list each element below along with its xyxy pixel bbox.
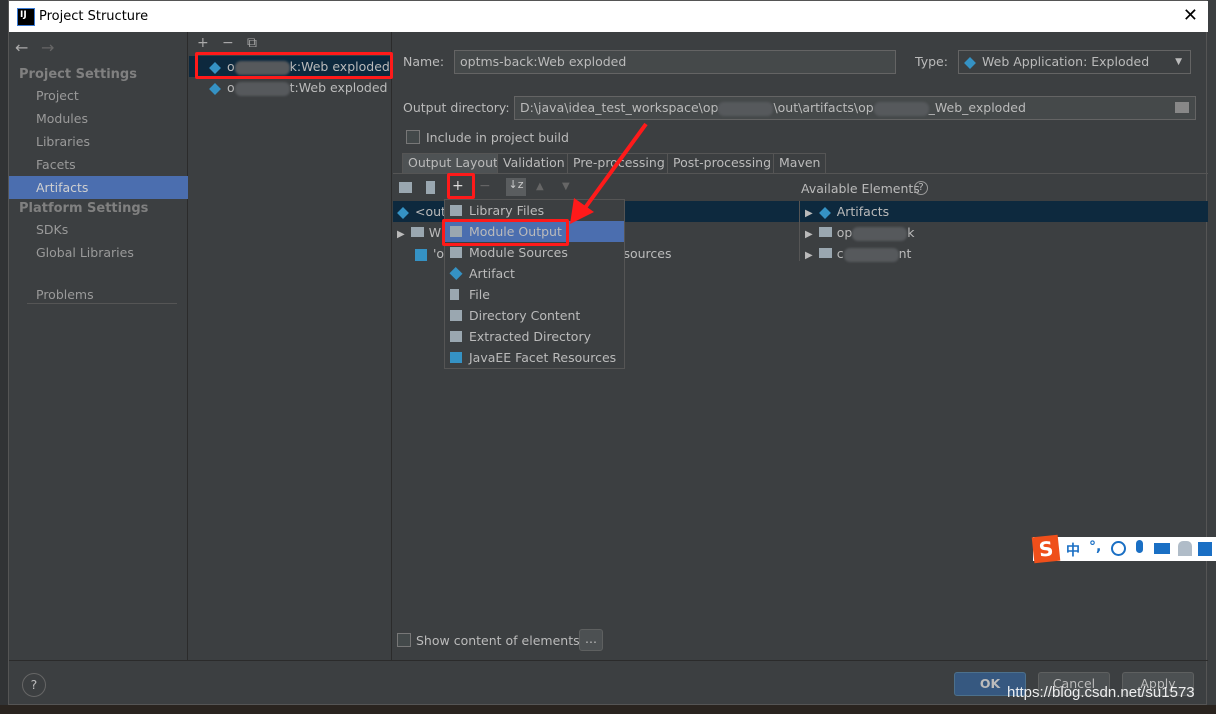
library-icon	[450, 205, 462, 216]
available-row-artifacts[interactable]: ▶ Artifacts	[805, 201, 889, 222]
help-button[interactable]: ?	[22, 673, 46, 697]
sidebar-item-project[interactable]: Project	[9, 84, 188, 107]
skin-icon[interactable]	[1198, 542, 1212, 556]
redacted	[852, 226, 908, 241]
help-icon[interactable]: ?	[914, 181, 928, 195]
type-label: Type:	[915, 54, 948, 69]
redacted	[843, 247, 899, 262]
tree-row-web-inf[interactable]: ▶ W	[397, 222, 441, 243]
file-icon	[450, 289, 459, 300]
window-title: Project Structure	[39, 9, 149, 24]
folder-icon	[410, 227, 424, 237]
menu-item-file[interactable]: File	[445, 284, 624, 305]
tab-post-processing[interactable]: Post-processing	[667, 153, 778, 173]
move-up-icon[interactable]: ▲	[536, 181, 544, 192]
expand-arrow-icon[interactable]: ▶	[397, 229, 405, 240]
microphone-icon[interactable]	[1136, 540, 1143, 553]
divider	[393, 173, 1208, 174]
artifact-icon	[397, 206, 409, 219]
punctuation-icon[interactable]: °,	[1089, 539, 1101, 555]
available-row-module[interactable]: ▶ op k	[805, 222, 915, 243]
show-content-checkbox[interactable]	[397, 633, 411, 647]
javaee-icon	[415, 248, 427, 261]
menu-item-artifact[interactable]: Artifact	[445, 263, 624, 284]
watermark: https://blog.csdn.net/su1573	[1007, 684, 1195, 701]
sidebar-item-sdks[interactable]: SDKs	[9, 218, 188, 241]
include-in-build-label: Include in project build	[426, 130, 569, 145]
sidebar-item-facets[interactable]: Facets	[9, 153, 188, 176]
output-directory-input[interactable]: D:\java\idea_test_workspace\op \out\artif…	[514, 96, 1196, 120]
type-select[interactable]: Web Application: Exploded ▼	[958, 50, 1191, 74]
sidebar-item-modules[interactable]: Modules	[9, 107, 188, 130]
sidebar-item-libraries[interactable]: Libraries	[9, 130, 188, 153]
intellij-logo-icon: IJ	[17, 8, 35, 26]
sort-icon[interactable]: ↓z	[506, 178, 526, 196]
menu-item-javaee-facet-resources[interactable]: JavaEE Facet Resources	[445, 347, 624, 368]
artifact-icon	[449, 266, 463, 281]
section-project-settings: Project Settings	[19, 67, 137, 82]
redacted	[873, 101, 929, 116]
annotation-arrow	[570, 122, 648, 224]
sogou-logo-icon: S	[1031, 534, 1061, 564]
name-input[interactable]: optms-back:Web exploded	[454, 50, 896, 74]
new-directory-icon[interactable]	[399, 182, 412, 193]
remove-element-button[interactable]: −	[479, 178, 491, 194]
annotation-highlight	[195, 52, 393, 79]
emoji-icon[interactable]	[1111, 541, 1126, 556]
remove-artifact-button[interactable]: −	[222, 35, 234, 51]
expand-arrow-icon[interactable]: ▶	[805, 229, 813, 240]
artifact-list: + − ⧉ o k:Web exploded o t:Web exploded	[189, 32, 393, 660]
extracted-directory-icon	[450, 331, 462, 342]
show-content-label: Show content of elements	[416, 633, 580, 648]
background-ide-right	[1207, 0, 1216, 714]
chinese-mode-icon[interactable]: 中	[1066, 540, 1080, 560]
taskbar-edge	[0, 705, 1216, 714]
user-icon[interactable]	[1178, 541, 1192, 556]
javaee-icon	[450, 352, 462, 363]
ellipsis-button[interactable]: ...	[579, 629, 603, 651]
sidebar-item-problems[interactable]: Problems	[9, 283, 188, 306]
redacted	[234, 81, 290, 96]
web-artifact-icon	[964, 56, 976, 69]
chevron-down-icon: ▼	[1175, 57, 1182, 67]
section-platform-settings: Platform Settings	[19, 201, 149, 216]
redacted	[718, 101, 774, 116]
divider	[799, 201, 800, 261]
name-label: Name:	[403, 54, 445, 69]
annotation-highlight	[447, 173, 475, 199]
tab-output-layout[interactable]: Output Layout	[402, 153, 504, 173]
module-sources-icon	[450, 247, 462, 258]
menu-item-extracted-directory[interactable]: Extracted Directory	[445, 326, 624, 347]
annotation-highlight	[442, 219, 569, 246]
sidebar: ← → Project Settings Project Modules Lib…	[9, 32, 188, 660]
available-row-module[interactable]: ▶ c nt	[805, 243, 911, 264]
artifact-icon	[818, 206, 831, 219]
background-ide	[0, 0, 8, 714]
title-bar: IJ Project Structure ✕	[9, 1, 1208, 32]
copy-artifact-button[interactable]: ⧉	[247, 35, 257, 51]
module-icon	[818, 227, 832, 237]
back-arrow-icon[interactable]: ←	[15, 38, 28, 57]
artifact-item[interactable]: o t:Web exploded	[189, 77, 392, 98]
forward-arrow-icon[interactable]: →	[41, 38, 54, 57]
include-in-build-checkbox[interactable]	[406, 130, 420, 144]
add-artifact-button[interactable]: +	[197, 35, 209, 51]
folder-icon[interactable]	[1175, 102, 1189, 113]
expand-arrow-icon[interactable]: ▶	[805, 250, 813, 261]
sidebar-item-global-libraries[interactable]: Global Libraries	[9, 241, 188, 264]
sidebar-item-artifacts[interactable]: Artifacts	[9, 176, 188, 199]
module-icon	[818, 248, 832, 258]
available-elements-label: Available Elements	[801, 181, 920, 196]
tab-maven[interactable]: Maven	[773, 153, 827, 173]
divider	[9, 660, 1208, 661]
keyboard-icon[interactable]	[1154, 543, 1170, 554]
archive-icon[interactable]	[426, 181, 435, 194]
ime-toolbar: S 中 °,	[1031, 534, 1216, 564]
menu-item-directory-content[interactable]: Directory Content	[445, 305, 624, 326]
expand-arrow-icon[interactable]: ▶	[805, 208, 813, 219]
close-button[interactable]: ✕	[1183, 5, 1198, 26]
web-artifact-icon	[209, 82, 221, 95]
directory-icon	[450, 310, 462, 321]
output-directory-label: Output directory:	[403, 100, 510, 115]
